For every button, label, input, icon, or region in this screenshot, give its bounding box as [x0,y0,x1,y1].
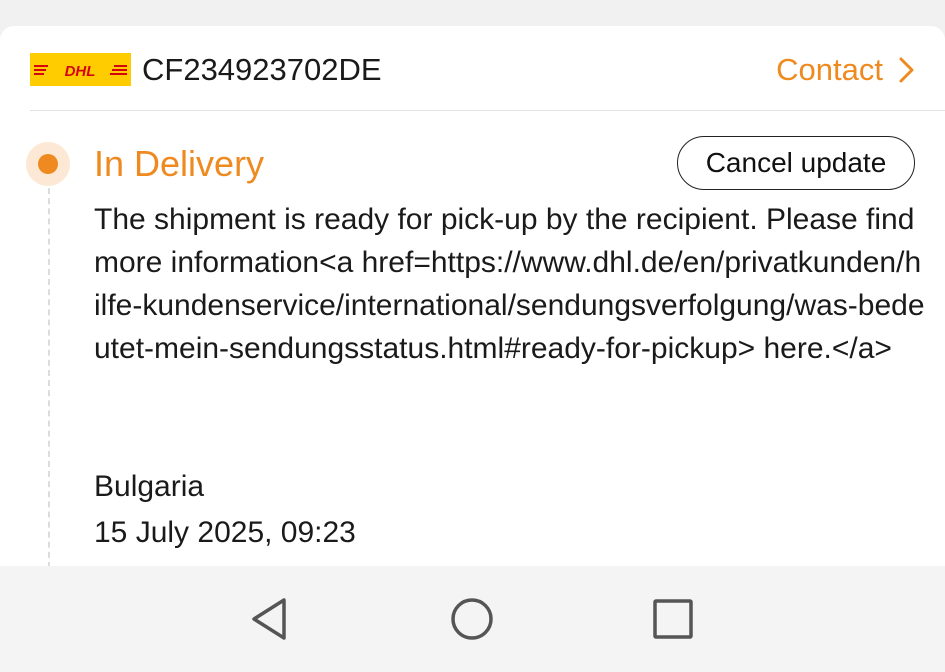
shipment-header: DHL CF234923702DE Contact [0,26,945,110]
event-datetime: 15 July 2025, 09:23 [94,516,356,549]
status-dot-inner [38,154,58,174]
dhl-logo-graphic: DHL [30,53,131,86]
recents-icon[interactable] [648,594,698,644]
status-dot-icon [26,142,70,186]
timeline-line [48,178,50,566]
home-icon[interactable] [447,594,497,644]
contact-link[interactable]: Contact [776,50,917,90]
dhl-logo: DHL [30,53,131,86]
contact-label: Contact [776,52,883,87]
header-divider [30,110,945,111]
event-location: Bulgaria [94,470,205,503]
status-title: In Delivery [94,143,265,184]
tracking-number: CF234923702DE [142,52,382,87]
dhl-logo-text: DHL [65,63,96,80]
system-navigation-bar [0,566,945,672]
event-description: The shipment is ready for pick-up by the… [94,198,926,370]
cancel-update-button[interactable]: Cancel update [677,136,915,190]
back-icon[interactable] [246,594,296,644]
chevron-right-icon [897,56,917,84]
event-message: The shipment is ready for pick-up by the… [94,203,925,365]
shipment-card: DHL CF234923702DE Contact In Delivery Ca… [0,26,945,566]
